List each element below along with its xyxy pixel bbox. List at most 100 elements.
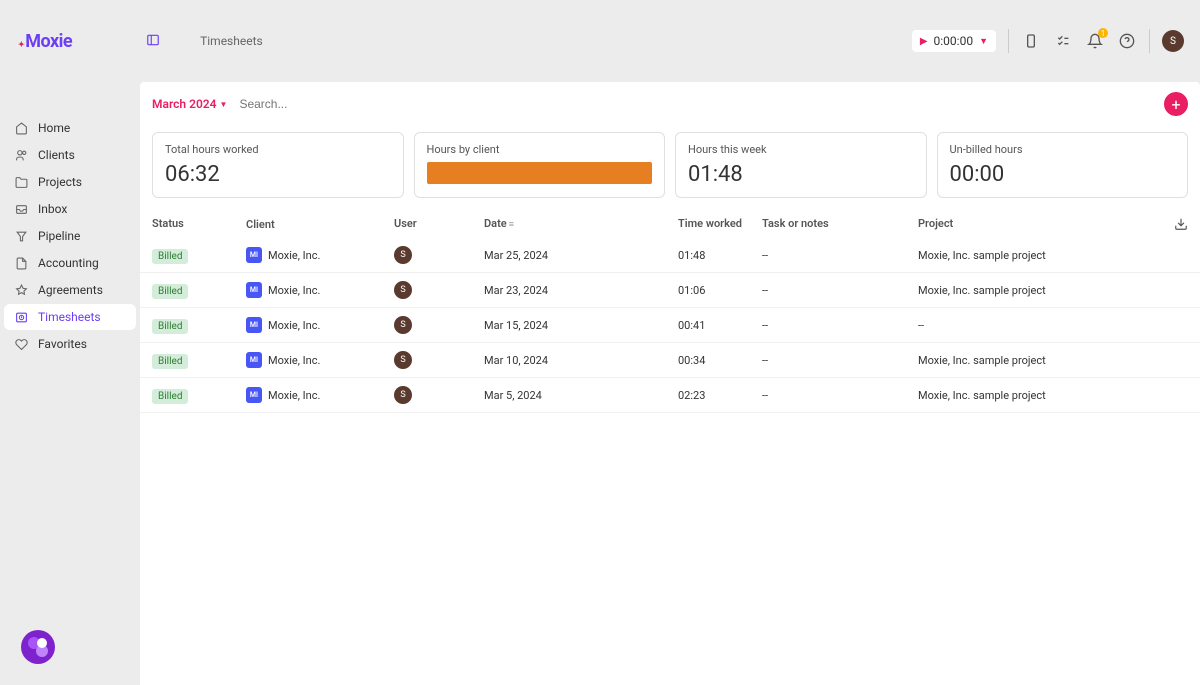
cell-task: -- bbox=[762, 319, 918, 332]
checklist-icon[interactable] bbox=[1053, 31, 1073, 51]
th-client[interactable]: Client bbox=[246, 217, 394, 231]
sidebar-item-favorites[interactable]: Favorites bbox=[4, 331, 136, 357]
sidebar-item-timesheets[interactable]: Timesheets bbox=[4, 304, 136, 330]
cell-time: 00:41 bbox=[678, 319, 762, 332]
th-user[interactable]: User bbox=[394, 217, 484, 231]
timer-widget[interactable]: ▶ 0:00:00 ▼ bbox=[912, 30, 996, 52]
home-icon bbox=[14, 122, 28, 135]
sidebar-item-pipeline[interactable]: Pipeline bbox=[4, 223, 136, 249]
sidebar-item-accounting[interactable]: Accounting bbox=[4, 250, 136, 276]
user-avatar[interactable]: S bbox=[1162, 30, 1184, 52]
cell-project: Moxie, Inc. sample project bbox=[918, 354, 1164, 367]
th-time-worked[interactable]: Time worked bbox=[678, 217, 762, 231]
timer-value: 0:00:00 bbox=[934, 34, 974, 48]
status-badge: Billed bbox=[152, 354, 188, 369]
sidebar-item-home[interactable]: Home bbox=[4, 115, 136, 141]
stat-value: 06:32 bbox=[165, 162, 391, 187]
stat-label: Hours by client bbox=[427, 143, 653, 156]
user-avatar: S bbox=[394, 246, 412, 264]
sidebar-item-projects[interactable]: Projects bbox=[4, 169, 136, 195]
stat-unbilled-hours: Un-billed hours 00:00 bbox=[937, 132, 1189, 198]
notification-badge: 1 bbox=[1098, 28, 1108, 38]
client-name: Moxie, Inc. bbox=[268, 354, 320, 367]
cell-date: Mar 5, 2024 bbox=[484, 389, 678, 402]
stat-label: Total hours worked bbox=[165, 143, 391, 156]
help-icon[interactable] bbox=[1117, 31, 1137, 51]
user-avatar: S bbox=[394, 386, 412, 404]
th-status[interactable]: Status bbox=[152, 217, 246, 231]
stat-hours-by-client: Hours by client bbox=[414, 132, 666, 198]
search-input[interactable] bbox=[239, 97, 1152, 111]
cell-project: Moxie, Inc. sample project bbox=[918, 389, 1164, 402]
th-project[interactable]: Project bbox=[918, 217, 1164, 231]
floating-chat-icon[interactable] bbox=[20, 629, 56, 665]
table-row[interactable]: Billed MIMoxie, Inc. S Mar 10, 2024 00:3… bbox=[140, 343, 1200, 378]
client-tag: MI bbox=[246, 247, 262, 263]
cell-time: 02:23 bbox=[678, 389, 762, 402]
status-badge: Billed bbox=[152, 389, 188, 404]
sidebar-item-clients[interactable]: Clients bbox=[4, 142, 136, 168]
sidebar: Home Clients Projects Inbox Pipeline Acc… bbox=[0, 82, 140, 685]
table-row[interactable]: Billed MIMoxie, Inc. S Mar 25, 2024 01:4… bbox=[140, 238, 1200, 273]
sidebar-item-label: Agreements bbox=[38, 283, 103, 297]
client-tag: MI bbox=[246, 352, 262, 368]
cell-project: Moxie, Inc. sample project bbox=[918, 249, 1164, 262]
sidebar-item-agreements[interactable]: Agreements bbox=[4, 277, 136, 303]
user-avatar: S bbox=[394, 316, 412, 334]
user-avatar: S bbox=[394, 351, 412, 369]
status-badge: Billed bbox=[152, 319, 188, 334]
cell-date: Mar 15, 2024 bbox=[484, 319, 678, 332]
sidebar-item-label: Favorites bbox=[38, 337, 87, 351]
cell-task: -- bbox=[762, 284, 918, 297]
inbox-icon bbox=[14, 203, 28, 216]
brand-logo: Moxie bbox=[18, 31, 72, 52]
cell-task: -- bbox=[762, 389, 918, 402]
status-badge: Billed bbox=[152, 249, 188, 264]
cell-time: 01:06 bbox=[678, 284, 762, 297]
status-badge: Billed bbox=[152, 284, 188, 299]
sidebar-item-label: Projects bbox=[38, 175, 82, 189]
th-task[interactable]: Task or notes bbox=[762, 217, 918, 231]
pipeline-icon bbox=[14, 230, 28, 243]
download-icon[interactable] bbox=[1164, 217, 1188, 231]
stat-label: Hours this week bbox=[688, 143, 914, 156]
sidebar-item-inbox[interactable]: Inbox bbox=[4, 196, 136, 222]
month-selector[interactable]: March 2024 ▼ bbox=[152, 97, 227, 111]
table-row[interactable]: Billed MI Moxie, Inc. S Mar 5, 2024 02:23… bbox=[140, 378, 1200, 413]
chevron-down-icon: ▼ bbox=[979, 36, 988, 47]
cell-time: 00:34 bbox=[678, 354, 762, 367]
sidebar-item-label: Timesheets bbox=[38, 310, 101, 324]
table-row[interactable]: Billed MIMoxie, Inc. S Mar 15, 2024 00:4… bbox=[140, 308, 1200, 343]
client-bar-chart bbox=[427, 162, 653, 184]
clients-icon bbox=[14, 149, 28, 162]
stat-label: Un-billed hours bbox=[950, 143, 1176, 156]
cell-task: -- bbox=[762, 354, 918, 367]
month-label: March 2024 bbox=[152, 97, 217, 111]
stat-hours-this-week: Hours this week 01:48 bbox=[675, 132, 927, 198]
stat-value: 01:48 bbox=[688, 162, 914, 187]
cell-project: Moxie, Inc. sample project bbox=[918, 284, 1164, 297]
th-date[interactable]: Date≡ bbox=[484, 217, 678, 231]
client-name: Moxie, Inc. bbox=[268, 389, 320, 402]
accounting-icon bbox=[14, 257, 28, 270]
client-tag: MI bbox=[246, 387, 262, 403]
breadcrumb: Timesheets bbox=[200, 34, 263, 48]
client-tag: MI bbox=[246, 282, 262, 298]
stat-total-hours: Total hours worked 06:32 bbox=[152, 132, 404, 198]
device-icon[interactable] bbox=[1021, 31, 1041, 51]
main-content: March 2024 ▼ + Total hours worked 06:32 … bbox=[140, 82, 1200, 685]
sidebar-item-label: Pipeline bbox=[38, 229, 80, 243]
add-button[interactable]: + bbox=[1164, 92, 1188, 116]
user-avatar: S bbox=[394, 281, 412, 299]
favorites-icon bbox=[14, 338, 28, 351]
stat-value: 00:00 bbox=[950, 162, 1176, 187]
notifications-icon[interactable]: 1 bbox=[1085, 31, 1105, 51]
cell-date: Mar 23, 2024 bbox=[484, 284, 678, 297]
sidebar-item-label: Home bbox=[38, 121, 70, 135]
cell-task: -- bbox=[762, 249, 918, 262]
projects-icon bbox=[14, 176, 28, 189]
sort-icon: ≡ bbox=[509, 220, 514, 230]
sidebar-toggle-icon[interactable] bbox=[146, 33, 160, 50]
table-row[interactable]: Billed MIMoxie, Inc. S Mar 23, 2024 01:0… bbox=[140, 273, 1200, 308]
timesheets-icon bbox=[14, 311, 28, 324]
